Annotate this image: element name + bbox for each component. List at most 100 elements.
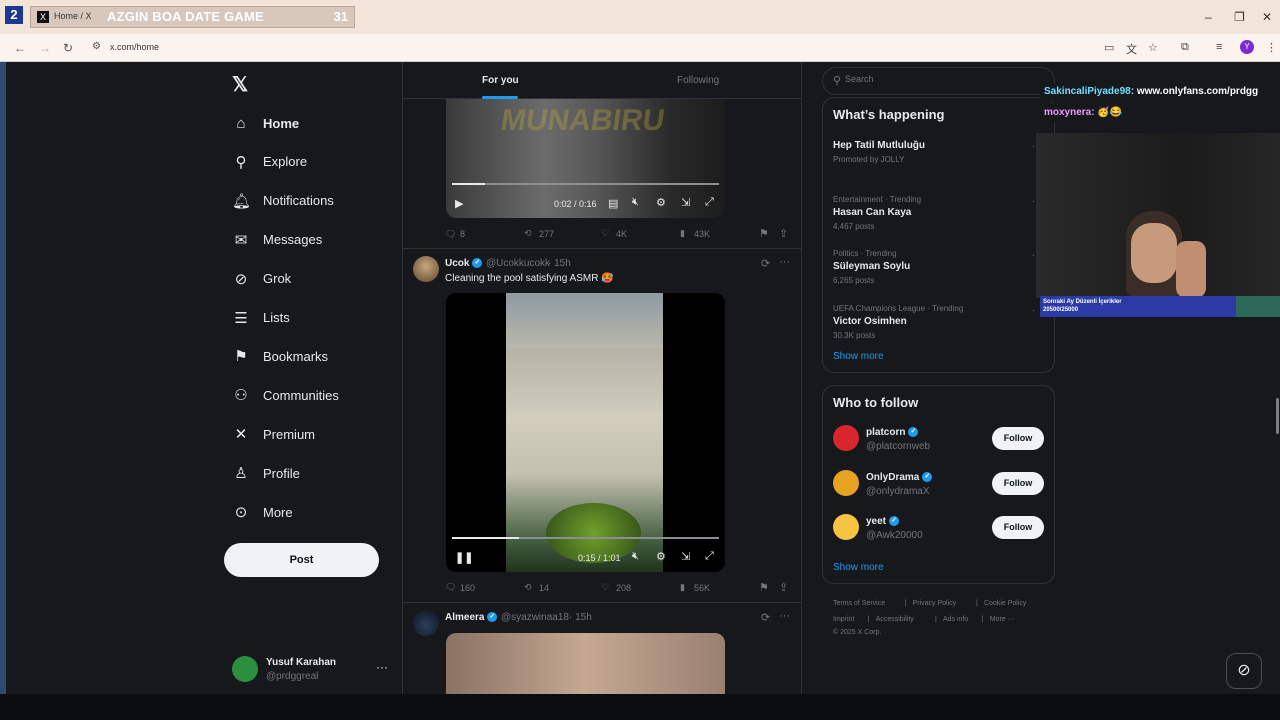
translate-icon[interactable]: 文 (1126, 41, 1137, 57)
mute-icon[interactable]: 🔇︎ (632, 196, 639, 209)
tweet3-more-icon[interactable]: ··· (779, 610, 790, 622)
follow-suggestion-name[interactable]: OnlyDrama ✓ (866, 472, 933, 483)
nav-item-bookmarks[interactable]: ⚑ Bookmarks (232, 344, 328, 368)
trends-show-more[interactable]: Show more (833, 351, 884, 362)
nav-item-grok[interactable]: ⊘ Grok (232, 267, 291, 291)
nav-item-more[interactable]: ⊙ More (232, 500, 293, 524)
follow-button[interactable]: Follow (992, 471, 1044, 495)
forward-icon[interactable]: → (39, 41, 51, 55)
trend-item[interactable]: Hasan Can Kaya (833, 207, 911, 218)
nav-item-premium[interactable]: ✕ Premium (232, 422, 315, 446)
trend-item[interactable]: Hep Tatil Mutluluğu (833, 140, 925, 151)
reply-icon[interactable]: 🗨︎ (445, 229, 456, 240)
close-icon[interactable]: ✕ (1262, 10, 1272, 24)
x-logo-icon[interactable]: 𝕏 (232, 72, 248, 97)
tweet2-time[interactable]: · 15h (548, 258, 571, 269)
bookmark-icon[interactable]: ⚑ (759, 581, 769, 594)
pip-icon[interactable]: ⇲ (681, 550, 690, 563)
reply-icon[interactable]: 🗨︎ (445, 582, 456, 593)
account-more-icon[interactable]: ··· (376, 660, 388, 674)
follow-suggestion-avatar[interactable] (833, 425, 859, 451)
nav-item-profile[interactable]: ♙ Profile (232, 461, 300, 485)
repost-icon[interactable]: ⟲ (524, 582, 532, 593)
grok-floating-button[interactable]: ⊘ (1226, 653, 1262, 689)
trend-item[interactable]: Victor Osimhen (833, 316, 907, 327)
browser-tab[interactable]: X Home / X AZGIN BOA DATE GAME 31 (30, 6, 355, 28)
follow-show-more[interactable]: Show more (833, 562, 884, 573)
nav-item-notifications[interactable]: 🔔︎ Notifications (232, 189, 334, 213)
site-info-icon[interactable]: ⚙ (92, 41, 101, 52)
follow-button[interactable]: Follow (992, 516, 1044, 539)
views-icon[interactable]: ▮ (680, 582, 685, 593)
grok-explain-icon[interactable]: ⟳ (761, 611, 770, 624)
tweet3-author-name[interactable]: Almeera ✓ (445, 612, 498, 623)
post-button[interactable]: Post (224, 543, 379, 577)
account-name[interactable]: Yusuf Karahan (266, 657, 336, 668)
nav-item-messages[interactable]: ✉ Messages (232, 228, 323, 252)
url-field[interactable]: x.com/home (110, 42, 159, 52)
extensions-icon[interactable]: ⧉ (1181, 41, 1189, 54)
follow-suggestion-handle[interactable]: @platcornweb (866, 441, 930, 452)
footer-link[interactable]: Ads info (943, 616, 968, 623)
follow-suggestion-handle[interactable]: @onlydramaX (866, 486, 930, 497)
like-icon[interactable]: ♡ (601, 228, 609, 239)
minimize-icon[interactable]: – (1205, 10, 1212, 24)
pause-icon[interactable]: ❚❚ (455, 551, 473, 564)
account-avatar[interactable] (232, 656, 258, 682)
footer-link[interactable]: More ··· (990, 616, 1015, 623)
trend-more-icon[interactable]: · (1032, 141, 1035, 151)
mute-icon[interactable]: 🔇︎ (632, 550, 639, 563)
reload-icon[interactable]: ↻ (63, 41, 73, 55)
cast-icon[interactable]: ▭ (1104, 41, 1114, 54)
grok-explain-icon[interactable]: ⟳ (761, 257, 770, 270)
settings-icon[interactable]: ⚙ (656, 196, 666, 209)
follow-button[interactable]: Follow (992, 427, 1044, 450)
tab-following[interactable]: Following (677, 75, 719, 86)
follow-suggestion-avatar[interactable] (833, 469, 859, 496)
like-icon[interactable]: ♡ (601, 582, 609, 593)
search-input[interactable] (845, 74, 1045, 84)
views-icon[interactable]: ▮ (680, 228, 685, 239)
nav-item-explore[interactable]: ⚲ Explore (232, 150, 308, 174)
follow-suggestion-name[interactable]: platcorn ✓ (866, 427, 919, 438)
tweet3-avatar[interactable] (413, 610, 439, 636)
trend-more-icon[interactable]: · (1032, 305, 1035, 315)
restore-icon[interactable]: ❐ (1234, 10, 1245, 24)
share-icon[interactable]: ⇪ (779, 227, 788, 240)
nav-item-home[interactable]: ⌂ Home (232, 111, 299, 135)
repost-icon[interactable]: ⟲ (524, 228, 532, 239)
captions-icon[interactable]: ▤ (608, 197, 618, 210)
footer-link[interactable]: Terms of Service (833, 600, 885, 607)
account-handle[interactable]: @prdggreal (266, 671, 318, 682)
pip-icon[interactable]: ⇲ (681, 196, 690, 209)
footer-link[interactable]: Imprint (833, 616, 854, 623)
search-box[interactable]: ⚲ (822, 67, 1055, 95)
follow-suggestion-avatar[interactable] (833, 514, 859, 540)
nav-item-lists[interactable]: ☰ Lists (232, 306, 289, 330)
trend-item[interactable]: Süleyman Soylu (833, 261, 910, 272)
reading-list-icon[interactable]: ≡ (1216, 41, 1222, 53)
follow-suggestion-name[interactable]: yeet ✓ (866, 516, 900, 527)
tweet2-handle[interactable]: @Ucokkucokk (486, 258, 550, 269)
follow-suggestion-handle[interactable]: @Awk20000 (866, 530, 923, 541)
footer-link[interactable]: Cookie Policy (984, 600, 1026, 607)
fullscreen-icon[interactable]: ⤢ (705, 196, 714, 209)
back-icon[interactable]: ← (14, 41, 26, 55)
fullscreen-icon[interactable]: ⤢ (705, 550, 714, 563)
tweet3-media[interactable] (446, 633, 725, 694)
nav-item-communities[interactable]: ⚇ Communities (232, 383, 339, 407)
footer-link[interactable]: Privacy Policy (913, 600, 957, 607)
tweet2-author-name[interactable]: Ucok ✓ (445, 258, 483, 269)
tweet2-video[interactable] (446, 293, 725, 572)
footer-link[interactable]: Accessibility (876, 616, 914, 623)
page-scrollbar[interactable] (1276, 398, 1279, 434)
tab-for-you[interactable]: For you (482, 75, 519, 86)
browser-profile-avatar[interactable]: Y (1240, 40, 1254, 54)
browser-menu-icon[interactable]: ⋮ (1266, 41, 1277, 54)
tweet3-handle[interactable]: @syazwinaa18 (501, 612, 569, 623)
tweet3-time[interactable]: · 15h (569, 612, 592, 623)
tweet2-more-icon[interactable]: ··· (779, 256, 790, 268)
trend-more-icon[interactable]: · (1032, 250, 1035, 260)
star-icon[interactable]: ☆ (1148, 41, 1158, 54)
tweet1-progress-track[interactable] (452, 183, 719, 185)
